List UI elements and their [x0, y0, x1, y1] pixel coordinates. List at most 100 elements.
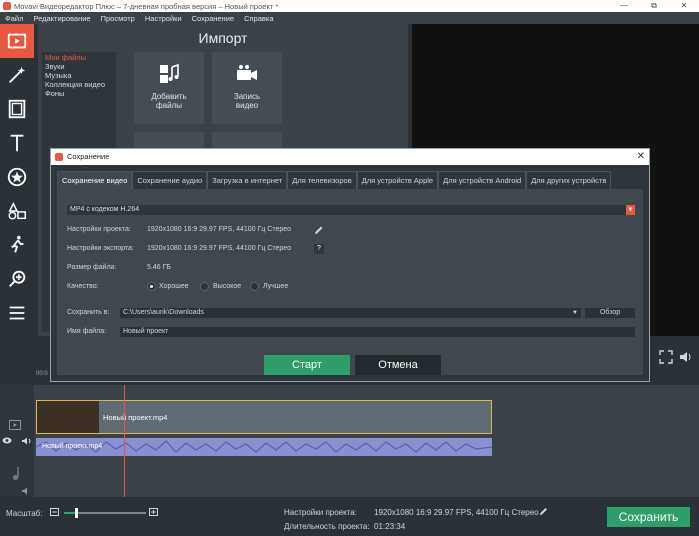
dialog-tabs: Сохранение видео Сохранение аудио Загруз… [57, 171, 643, 189]
star-icon [7, 167, 27, 187]
add-files-label: Добавить файлы [151, 92, 187, 110]
tool-rail [0, 24, 34, 336]
quality-high-label: Высокое [213, 283, 242, 290]
zoom-in-icon [9, 270, 26, 287]
audio-clip-label: Новый проект.mp4 [42, 443, 103, 450]
format-value: MP4 с кодеком H.264 [70, 206, 140, 213]
titles-tool[interactable] [0, 126, 34, 160]
player-controls [659, 350, 693, 364]
audio-waveform [36, 440, 492, 453]
category-video-collection[interactable]: Коллекция видео [45, 80, 113, 89]
audio-clip[interactable]: Новый проект.mp4 [36, 438, 492, 456]
zoom-tool[interactable] [0, 262, 34, 296]
close-window-button[interactable]: ✕ [669, 0, 699, 12]
mute-track-icon[interactable] [22, 437, 32, 445]
tab-tv[interactable]: Для телевизоров [287, 171, 357, 189]
video-clip[interactable]: Новый проект.mp4 [36, 400, 492, 434]
export-settings-label: Настройки экспорта: [67, 245, 134, 252]
title-bar: Movavi Видеоредактор Плюс – 7-дневная пр… [0, 0, 699, 12]
zoom-slider[interactable] [64, 508, 146, 518]
record-video-label: Запись видео [233, 92, 261, 110]
quality-good-label: Хорошее [159, 283, 189, 290]
add-files-button[interactable]: Добавить файлы [134, 52, 204, 124]
quality-high-radio[interactable] [200, 282, 209, 291]
filters-tool[interactable] [0, 58, 34, 92]
import-title: Импорт [198, 30, 248, 46]
menu-help[interactable]: Справка [239, 14, 278, 23]
import-icon [7, 33, 27, 49]
menu-file[interactable]: Файл [0, 14, 28, 23]
filename-input[interactable]: Новый проект [120, 327, 635, 337]
more-tools[interactable] [0, 296, 34, 330]
save-dialog: Сохранение ✕ Сохранение видео Сохранение… [50, 148, 650, 382]
camera-icon [237, 65, 257, 80]
callouts-tool[interactable] [0, 194, 34, 228]
fullscreen-icon[interactable] [659, 350, 673, 364]
app-icon [3, 2, 11, 10]
dlg-project-settings-value: 1920x1080 16:9 29.97 FPS, 44100 Гц Стере… [147, 226, 292, 233]
zoom-out-icon[interactable] [50, 508, 59, 516]
tab-save-video[interactable]: Сохранение видео [57, 171, 133, 189]
save-path-input[interactable]: C:\Users\aurik\Downloads ▼ [120, 308, 581, 318]
save-path-dropdown-icon[interactable]: ▼ [572, 308, 578, 318]
save-video-panel: MP4 с кодеком H.264 ▼ Настройки проекта:… [57, 189, 643, 375]
menu-view[interactable]: Просмотр [96, 14, 140, 23]
visibility-icon[interactable] [2, 437, 12, 444]
tab-other-devices[interactable]: Для других устройств [526, 171, 612, 189]
ruler-start-time: 00:0 [36, 371, 48, 377]
tab-apple[interactable]: Для устройств Apple [356, 171, 439, 189]
zoom-in-small-icon[interactable] [149, 508, 158, 516]
minimize-button[interactable]: — [609, 0, 639, 12]
browse-button[interactable]: Обзор [585, 308, 635, 318]
edit-settings-icon[interactable] [539, 507, 548, 516]
zoom-slider-handle[interactable] [75, 508, 79, 518]
edit-project-settings-icon[interactable] [314, 225, 324, 235]
category-music[interactable]: Музыка [45, 71, 113, 80]
menu-settings[interactable]: Настройки [140, 14, 187, 23]
category-my-files[interactable]: Мои файлы [45, 53, 113, 62]
filename-value: Новый проект [123, 328, 169, 335]
maximize-button[interactable]: ⧉ [639, 0, 669, 12]
cancel-button[interactable]: Отмена [355, 355, 441, 375]
start-button[interactable]: Старт [264, 355, 350, 375]
window-title: Movavi Видеоредактор Плюс – 7-дневная пр… [14, 1, 279, 11]
quality-label: Качество: [67, 283, 99, 290]
file-size-label: Размер файла: [67, 264, 117, 271]
track-gutter [0, 385, 34, 497]
category-sounds[interactable]: Звуки [45, 62, 113, 71]
format-select[interactable]: MP4 с кодеком H.264 ▼ [67, 205, 635, 215]
video-thumbnail [37, 401, 99, 433]
quality-best-label: Лучшее [263, 283, 289, 290]
dialog-close-button[interactable]: ✕ [637, 149, 645, 165]
dialog-app-icon [55, 153, 63, 161]
list-icon [9, 306, 25, 320]
shapes-icon [8, 202, 26, 220]
export-settings-value: 1920x1080 16:9 29.97 FPS, 44100 Гц Стере… [147, 245, 292, 252]
export-help-button[interactable]: ? [314, 244, 324, 254]
quality-good-radio[interactable] [147, 282, 156, 291]
menu-save[interactable]: Сохранение [187, 14, 239, 23]
project-settings-label: Настройки проекта: [284, 508, 357, 517]
menu-edit[interactable]: Редактирование [28, 14, 95, 23]
tab-save-audio[interactable]: Сохранение аудио [132, 171, 208, 189]
save-button[interactable]: Сохранить [607, 507, 690, 527]
bottom-bar: Масштаб: Настройки проекта: 1920x1080 16… [0, 497, 699, 536]
playhead[interactable] [124, 385, 125, 497]
text-icon [10, 134, 24, 152]
stickers-tool[interactable] [0, 160, 34, 194]
tab-android[interactable]: Для устройств Android [438, 171, 527, 189]
file-size-value: 5.46 ГБ [147, 264, 171, 271]
tab-upload-online[interactable]: Загрузка в интернет [207, 171, 288, 189]
transitions-tool[interactable] [0, 92, 34, 126]
format-dropdown-icon[interactable]: ▼ [626, 205, 635, 215]
record-video-button[interactable]: Запись видео [212, 52, 282, 124]
quality-best-radio[interactable] [250, 282, 259, 291]
category-backgrounds[interactable]: Фоны [45, 89, 113, 98]
mute-music-icon[interactable] [22, 487, 32, 495]
dlg-project-settings-label: Настройки проекта: [67, 226, 131, 233]
menu-bar: Файл Редактирование Просмотр Настройки С… [0, 12, 699, 24]
animation-tool[interactable] [0, 228, 34, 262]
import-tool[interactable] [0, 24, 34, 58]
zoom-label: Масштаб: [6, 509, 43, 518]
volume-icon[interactable] [679, 350, 693, 364]
